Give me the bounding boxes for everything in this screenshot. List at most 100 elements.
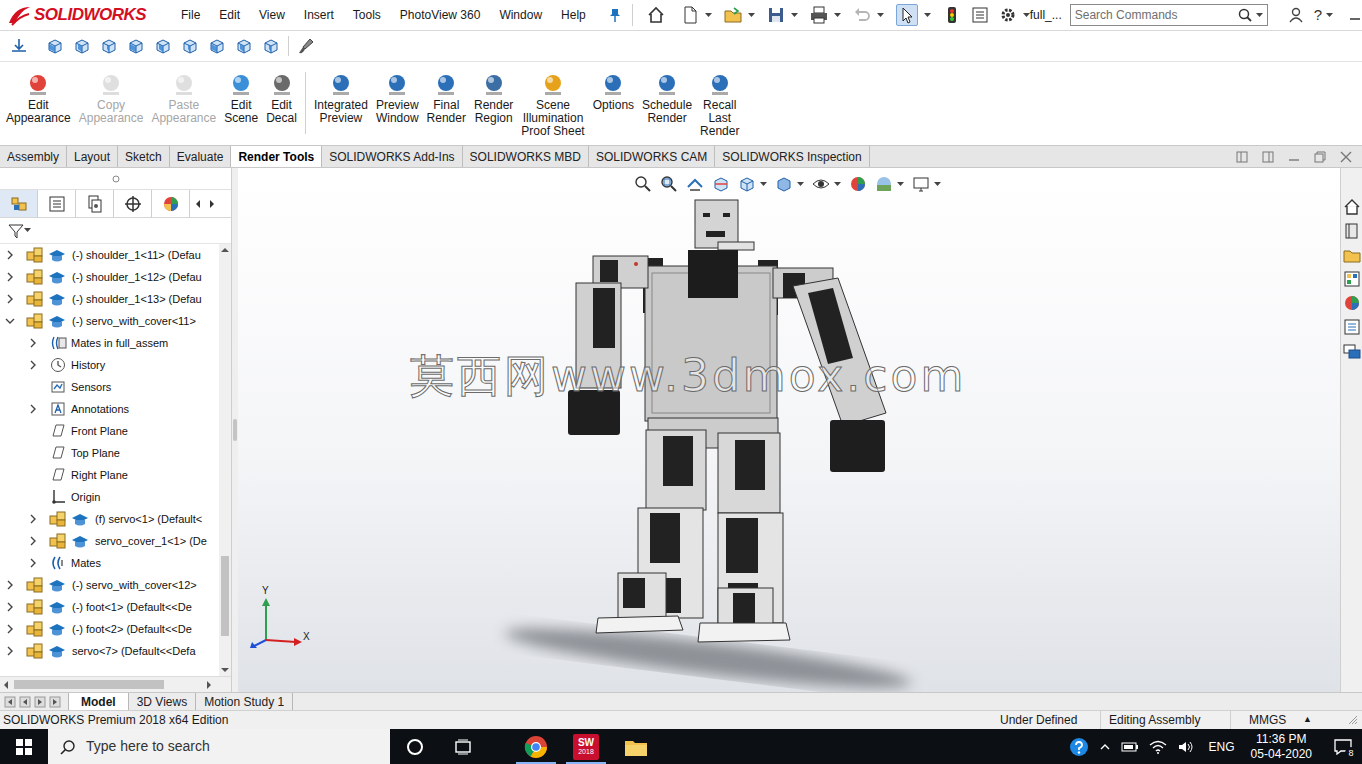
assembly-component-icon[interactable] [26,598,44,616]
start-button[interactable] [0,729,48,764]
scroll-right-icon[interactable] [203,679,215,691]
ribbon-button-label[interactable]: Window [376,112,419,125]
dropdown-caret-icon[interactable] [705,13,712,18]
menu-item[interactable]: Tools [353,6,381,24]
expand-chevron-icon[interactable] [4,645,16,657]
tree-item[interactable]: Origin [0,486,219,508]
tree-item[interactable]: (-) foot<2> (Default<<De [0,618,219,640]
plane-icon[interactable] [49,422,67,440]
assembly-component-icon[interactable] [26,312,44,330]
battery-icon[interactable] [1121,740,1139,754]
expand-chevron-icon[interactable] [27,403,39,415]
home-icon[interactable] [647,6,665,24]
input-language[interactable]: ENG [1209,738,1235,756]
units-arrow[interactable]: ▲ [1303,713,1312,727]
taskbar-search-placeholder[interactable]: Type here to search [86,736,210,757]
render-tool-icon[interactable] [708,72,732,96]
view-minimize-icon[interactable] [1288,151,1300,163]
mate-icon[interactable] [10,37,28,55]
custom-properties-icon[interactable] [1343,318,1361,336]
ribbon-button-label[interactable]: Scene [536,99,570,112]
origin-icon[interactable] [49,488,67,506]
tree-item[interactable]: (-) shoulder_1<11> (Defau [0,244,219,266]
tree-item[interactable]: servo<7> (Default<<Defa [0,640,219,662]
vertical-scrollbar[interactable] [219,244,231,676]
panel-tab-icon[interactable] [124,195,142,213]
view-cube-icon[interactable] [208,37,226,55]
dropdown-caret-icon[interactable] [834,13,841,18]
file-properties-icon[interactable] [971,6,989,24]
command-tab[interactable]: Layout [67,146,118,167]
tree-item[interactable]: Right Plane [0,464,219,486]
ribbon-button[interactable]: SceneIlluminationProof Sheet [517,72,588,138]
tree-item-label[interactable]: Mates in full_assem [71,335,168,352]
ribbon-button-label[interactable]: Render [474,99,513,112]
user-icon[interactable] [1288,7,1304,23]
task-view-button[interactable] [440,729,486,764]
expand-chevron-icon[interactable] [27,513,39,525]
ribbon-button-label[interactable]: Options [593,99,634,112]
assembly-component-icon[interactable] [26,290,44,308]
assembly-component-icon[interactable] [26,268,44,286]
robot-model[interactable] [238,168,1340,692]
search-box[interactable]: Search Commands [1070,4,1268,26]
ribbon-button[interactable]: RecallLastRender [696,72,743,138]
tree-item-label[interactable]: (-) foot<1> (Default<<De [72,599,192,616]
assembly-component-icon[interactable] [26,576,44,594]
expand-chevron-icon[interactable] [4,293,16,305]
dropdown-caret-icon[interactable] [748,13,755,18]
appearances-icon[interactable] [1343,294,1361,312]
ribbon-button-label[interactable]: Region [475,112,513,125]
view-restore-icon[interactable] [1314,151,1326,163]
command-tab[interactable]: SOLIDWORKS Add-Ins [322,146,462,167]
clock[interactable]: 11:36 PM05-04-2020 [1245,732,1318,762]
component-reference-icon[interactable] [48,290,66,308]
view-tab[interactable]: Motion Study 1 [196,693,293,710]
render-tool-icon[interactable] [385,72,409,96]
taskbar-app[interactable] [512,729,560,764]
view-close-icon[interactable] [1340,151,1352,163]
tree-item[interactable]: (-) shoulder_1<13> (Defau [0,288,219,310]
expand-chevron-icon[interactable] [4,271,16,283]
scroll-up-icon[interactable] [219,244,231,256]
first-tab-icon[interactable] [4,696,16,708]
hide-show-icon[interactable] [812,175,830,193]
solidworks-app-icon[interactable]: SW2018 [573,734,599,760]
command-tab[interactable]: SOLIDWORKS Inspection [715,146,869,167]
component-reference-icon[interactable] [48,642,66,660]
tree-item[interactable]: History [0,354,219,376]
taskbar-app[interactable] [612,729,660,764]
search-icon[interactable] [60,739,76,755]
chrome-icon[interactable] [524,735,548,759]
component-reference-icon[interactable] [48,620,66,638]
view-orientation-icon[interactable] [738,175,756,193]
ribbon-button-label[interactable]: Integrated [314,99,368,112]
help-tray-icon[interactable] [1069,737,1089,757]
pin-icon[interactable] [608,8,622,22]
history-icon[interactable] [49,356,67,374]
ribbon-button-label[interactable]: Appearance [6,112,71,125]
view-settings-icon[interactable] [912,175,930,193]
menu-item[interactable]: Window [499,6,542,24]
view-cube-icon[interactable] [154,37,172,55]
scroll-right-icon[interactable] [208,199,216,209]
view-cube-icon[interactable] [100,37,118,55]
ribbon-button-label[interactable]: Paste [168,99,199,112]
sensors-icon[interactable] [49,378,67,396]
tree-item[interactable]: (-) foot<1> (Default<<De [0,596,219,618]
new-document-icon[interactable] [681,6,699,24]
command-tab[interactable]: Evaluate [170,146,232,167]
tree-item-label[interactable]: (-) shoulder_1<13> (Defau [72,291,202,308]
panel-tab[interactable] [0,190,38,217]
render-tool-icon[interactable] [270,72,294,96]
solidworks-app-label[interactable]: SW [578,737,594,748]
ribbon-button-label[interactable]: Final [433,99,459,112]
file-explorer-icon[interactable] [1343,246,1361,264]
panel-tab[interactable] [76,190,114,217]
menu-item[interactable]: Edit [219,6,240,24]
dropdown-caret-icon[interactable] [934,182,941,187]
render-tool-icon[interactable] [229,72,253,96]
display-style-icon[interactable] [775,175,793,193]
tree-item-label[interactable]: servo<7> (Default<<Defa [72,643,196,660]
component-reference-icon[interactable] [48,312,66,330]
